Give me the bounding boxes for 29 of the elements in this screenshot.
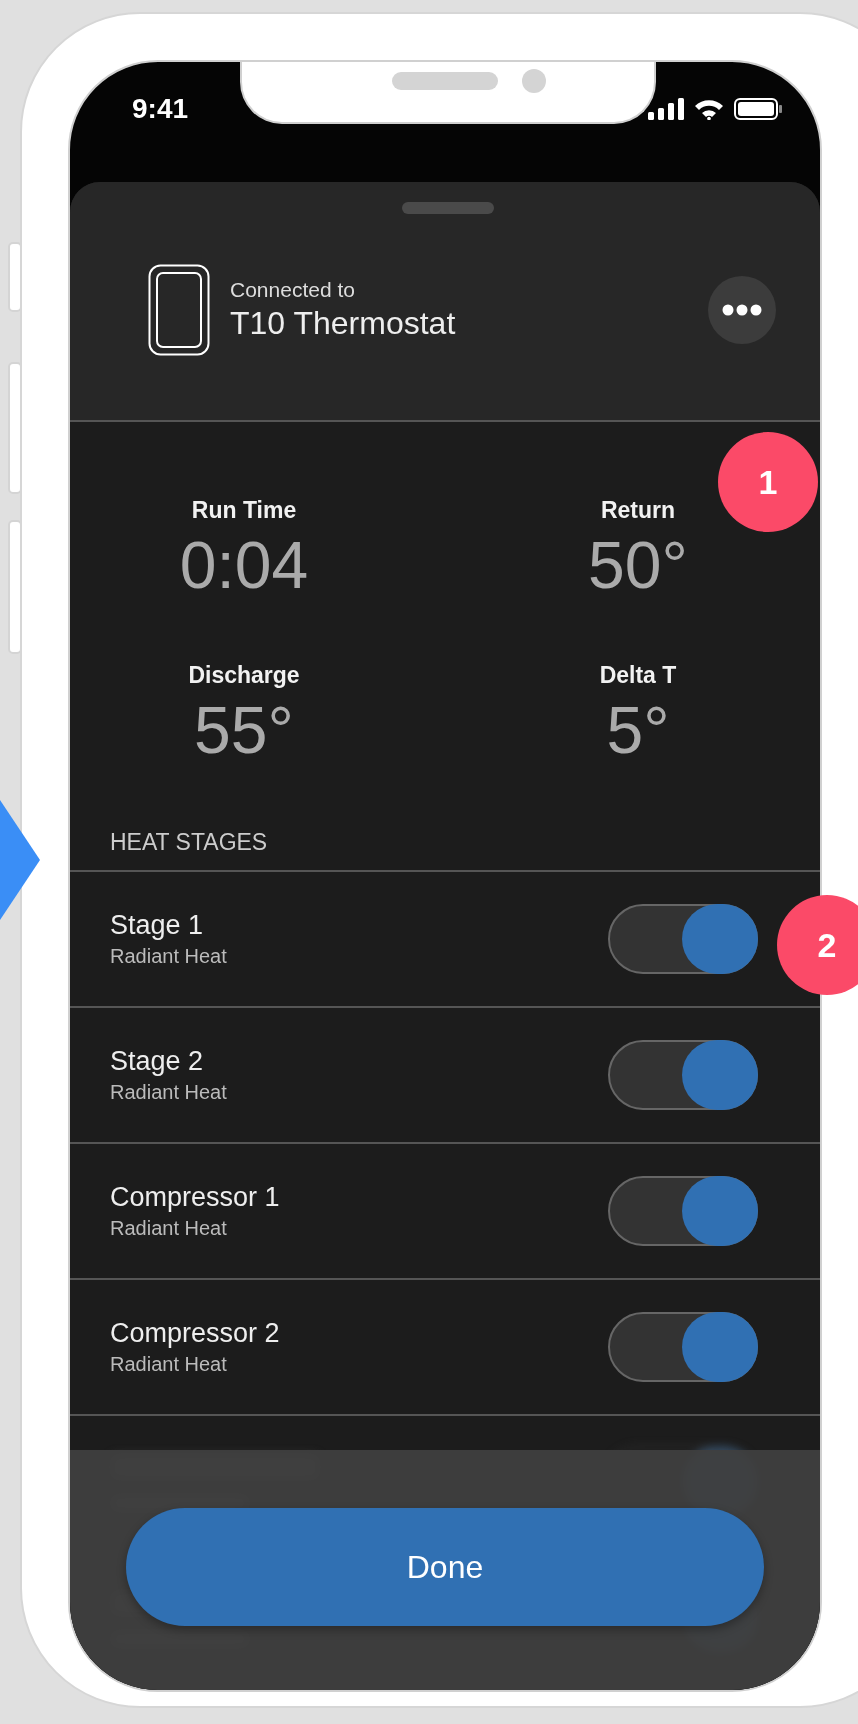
battery-icon: [734, 98, 782, 120]
stage-name: Stage 2: [110, 1045, 205, 1078]
stage-name: Stage 1: [110, 909, 205, 942]
status-time: 9:41: [132, 94, 189, 124]
section-heading: HEAT STAGES: [110, 828, 269, 857]
stat-value: 50°: [588, 527, 688, 604]
camera-icon: [522, 69, 546, 93]
stat-label: Discharge: [188, 661, 300, 690]
stat-label: Delta T: [599, 661, 677, 690]
stat-value: 0:04: [179, 527, 309, 604]
stage-subtitle: Radiant Heat: [110, 1352, 228, 1377]
more-icon: [722, 304, 762, 316]
done-button[interactable]: Done: [126, 1508, 764, 1626]
stat-value: 5°: [606, 692, 670, 769]
stat-value: 55°: [194, 692, 294, 769]
wifi-icon: [694, 98, 724, 120]
stage-subtitle: Radiant Heat: [110, 1216, 228, 1241]
pointer-arrow-icon: [0, 800, 40, 920]
thermostat-icon: [148, 264, 210, 356]
speaker-icon: [392, 72, 498, 90]
connected-caption: Connected to: [230, 277, 356, 303]
device-name: T10 Thermostat: [230, 304, 457, 343]
signal-icon: [648, 98, 684, 120]
stage-subtitle: Radiant Heat: [110, 1080, 227, 1105]
stat-label: Return: [600, 496, 676, 525]
stage-name: Compressor 2: [110, 1317, 280, 1350]
stage-name: Compressor 1: [110, 1181, 280, 1214]
stat-label: Run Time: [191, 496, 297, 525]
stage-subtitle: Radiant Heat: [110, 944, 227, 969]
